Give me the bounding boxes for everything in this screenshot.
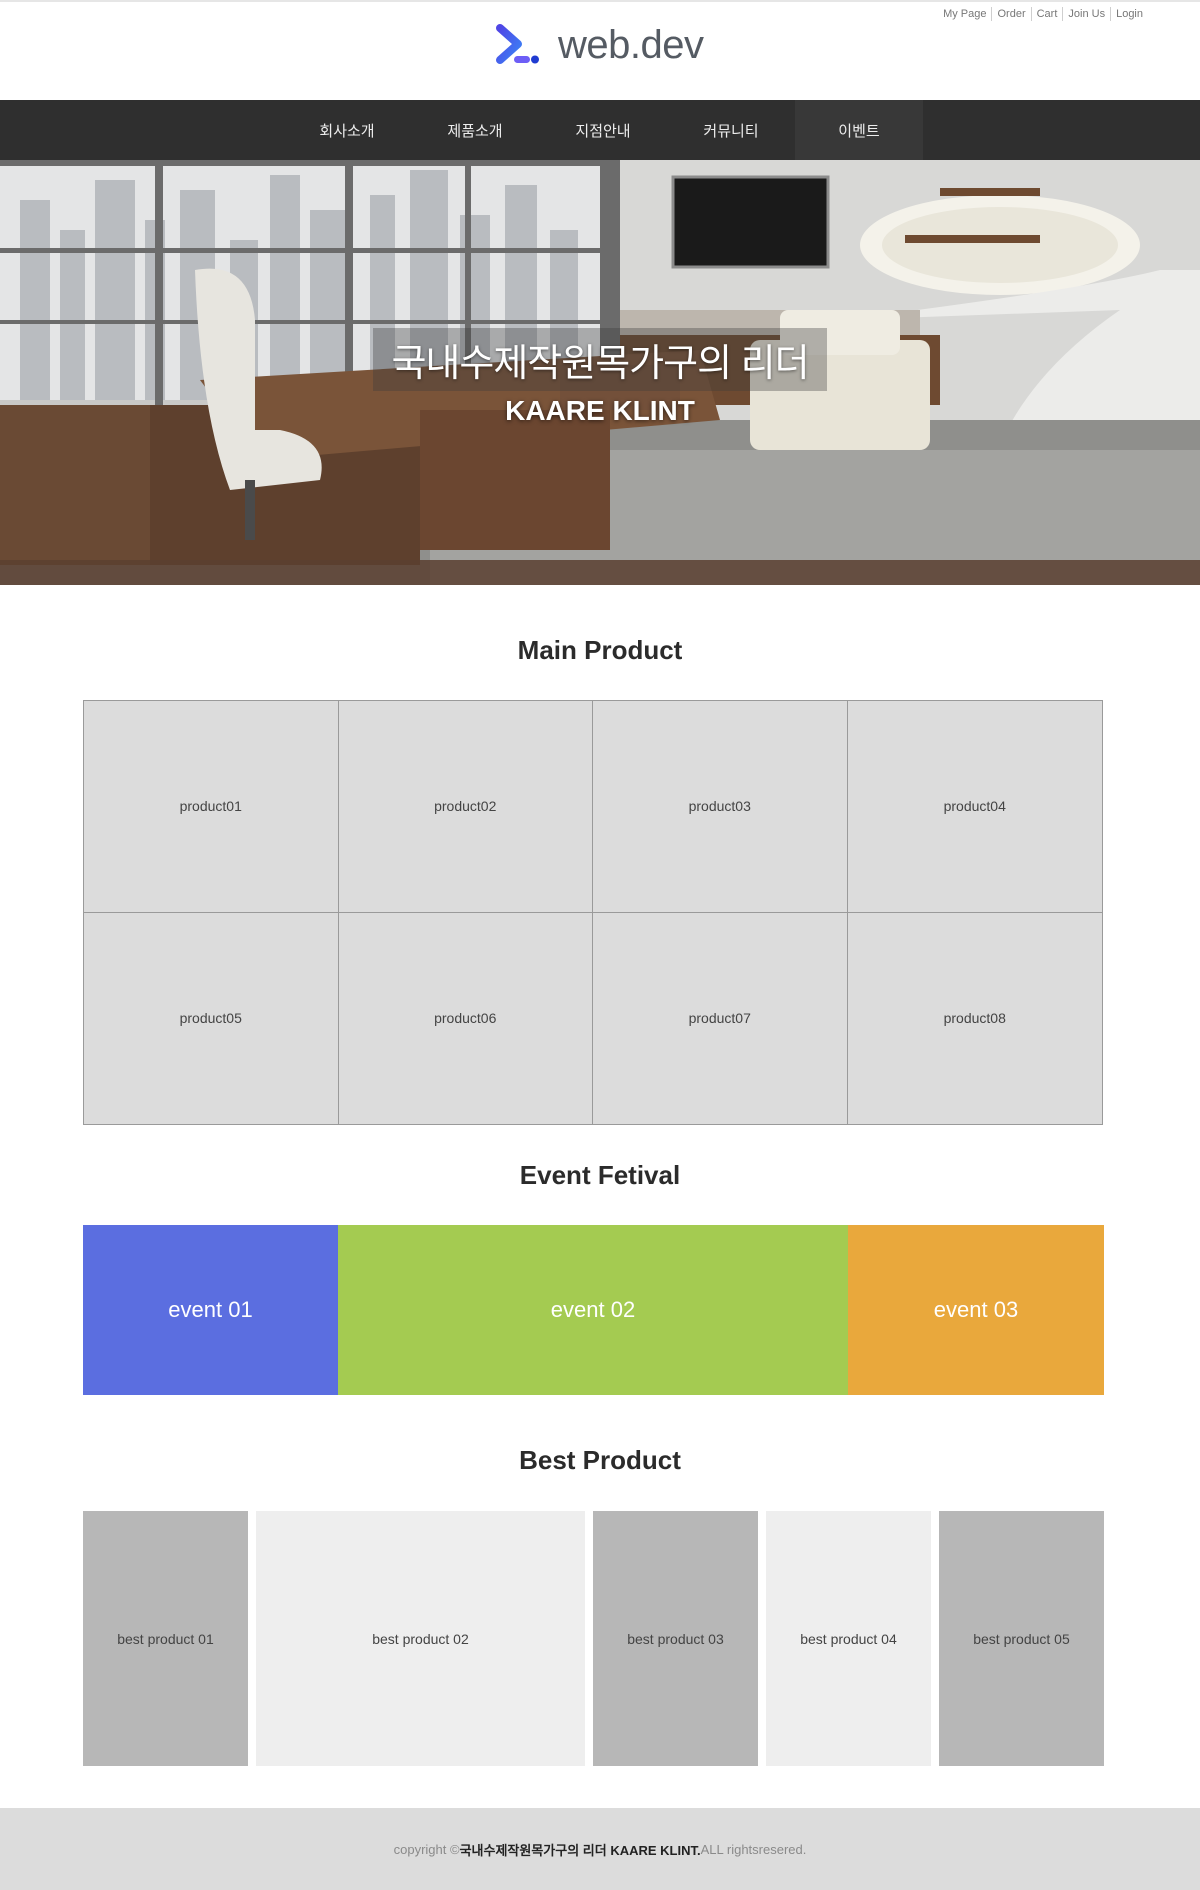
web-dev-chevron-icon <box>496 24 540 66</box>
order-link[interactable]: Order <box>991 7 1030 21</box>
utility-nav: My Page Order Cart Join Us Login <box>938 7 1148 21</box>
product-card[interactable]: product05 <box>84 912 339 1124</box>
site-header: My Page Order Cart Join Us Login web.dev <box>0 2 1200 100</box>
product-card[interactable]: product02 <box>338 701 593 913</box>
nav-item-company[interactable]: 회사소개 <box>283 100 411 160</box>
logo-text: web.dev <box>558 23 704 67</box>
site-logo[interactable]: web.dev <box>496 23 704 67</box>
product-card[interactable]: product03 <box>593 701 848 913</box>
product-card[interactable]: product08 <box>847 912 1102 1124</box>
login-link[interactable]: Login <box>1110 7 1148 21</box>
nav-item-community[interactable]: 커뮤니티 <box>667 100 795 160</box>
event-title: Event Fetival <box>519 1160 681 1190</box>
nav-item-branches[interactable]: 지점안내 <box>539 100 667 160</box>
hero-title: 국내수제작원목가구의 리더 <box>373 328 827 391</box>
best-product-card[interactable]: best product 05 <box>939 1511 1104 1766</box>
best-product-card[interactable]: best product 01 <box>83 1511 248 1766</box>
main-product-title: Main Product <box>517 635 683 665</box>
best-product-card[interactable]: best product 03 <box>593 1511 758 1766</box>
best-product-row: best product 01 best product 02 best pro… <box>83 1511 1104 1766</box>
event-card-2[interactable]: event 02 <box>338 1225 848 1395</box>
event-card-1[interactable]: event 01 <box>83 1225 338 1395</box>
event-card-3[interactable]: event 03 <box>848 1225 1104 1395</box>
product-card[interactable]: product06 <box>338 912 593 1124</box>
footer-brand: 국내수제작원목가구의 리더 KAARE KLINT. <box>459 1842 701 1858</box>
footer-copyright-prefix: copyright © <box>393 1841 460 1857</box>
event-banner-row: event 01 event 02 event 03 <box>83 1225 1104 1395</box>
main-product-grid: product01 product02 product03 product04 … <box>83 700 1103 1125</box>
best-product-card[interactable]: best product 04 <box>766 1511 931 1766</box>
cart-link[interactable]: Cart <box>1030 7 1063 21</box>
hero-text: 국내수제작원목가구의 리더 KAARE KLINT <box>0 328 1200 427</box>
hero-subtitle: KAARE KLINT <box>505 395 695 426</box>
site-footer: copyright © 국내수제작원목가구의 리더 KAARE KLINT. AL… <box>0 1808 1200 1890</box>
hero-banner: 국내수제작원목가구의 리더 KAARE KLINT <box>0 160 1200 585</box>
product-card[interactable]: product04 <box>847 701 1102 913</box>
nav-item-products[interactable]: 제품소개 <box>411 100 539 160</box>
main-nav: 회사소개 제품소개 지점안내 커뮤니티 이벤트 <box>0 100 1200 160</box>
product-card[interactable]: product07 <box>593 912 848 1124</box>
best-product-card[interactable]: best product 02 <box>256 1511 585 1766</box>
my-page-link[interactable]: My Page <box>938 7 991 21</box>
nav-item-event[interactable]: 이벤트 <box>795 100 923 160</box>
join-us-link[interactable]: Join Us <box>1062 7 1110 21</box>
best-product-title: Best Product <box>519 1445 681 1475</box>
footer-rights: ALL rightsresered. <box>700 1841 807 1857</box>
product-card[interactable]: product01 <box>84 701 339 913</box>
